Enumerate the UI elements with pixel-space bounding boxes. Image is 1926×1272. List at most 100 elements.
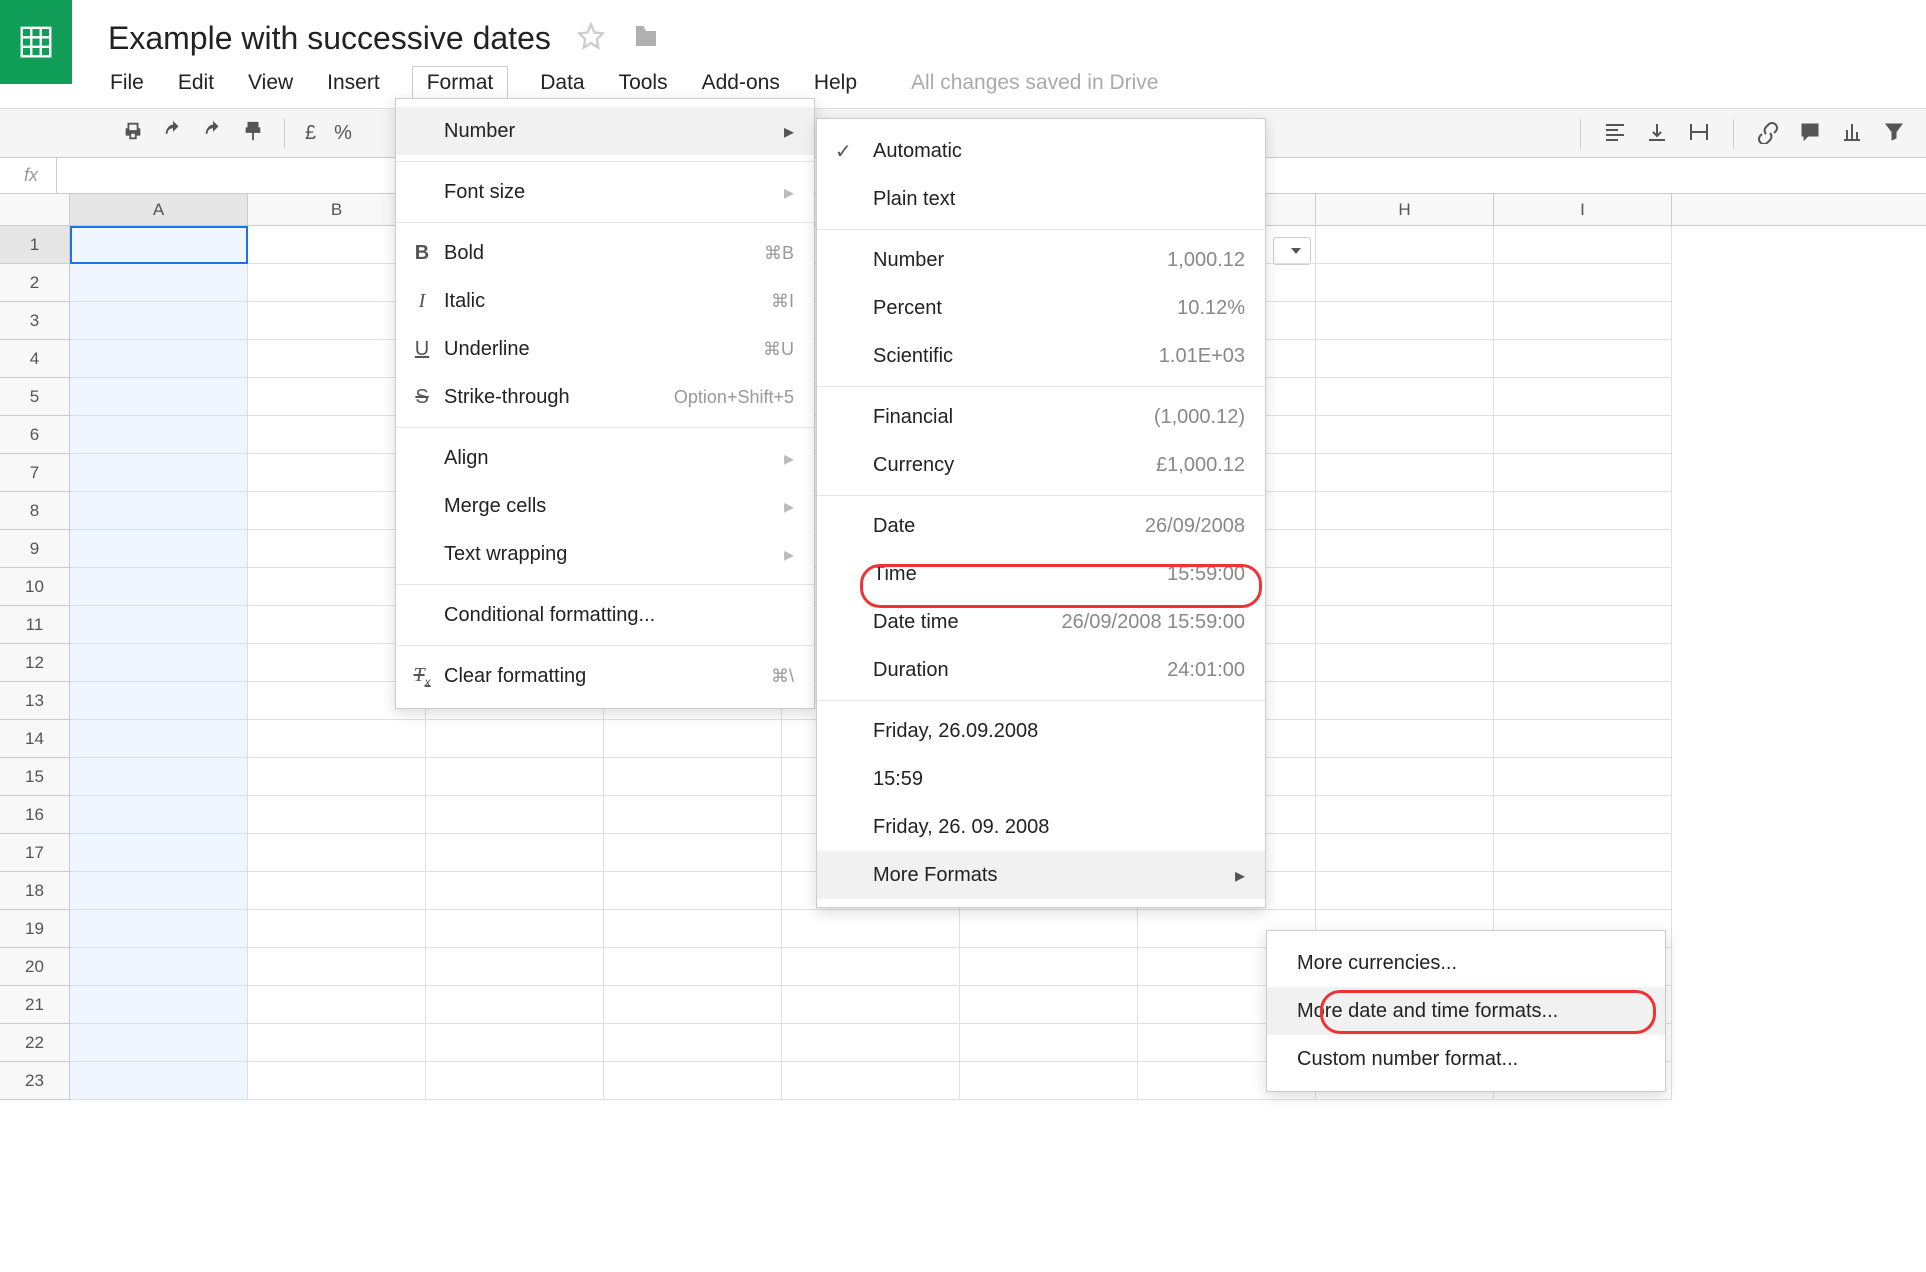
menu-file[interactable]: File [108, 67, 146, 99]
cell[interactable] [1316, 872, 1494, 910]
row-header[interactable]: 15 [0, 758, 70, 796]
cell[interactable] [1494, 226, 1672, 264]
cell[interactable] [1494, 568, 1672, 606]
number-number[interactable]: Number1,000.12 [817, 236, 1265, 284]
cell[interactable] [1316, 758, 1494, 796]
star-icon[interactable] [577, 22, 605, 55]
cell[interactable] [1316, 530, 1494, 568]
cell[interactable] [426, 986, 604, 1024]
column-header-H[interactable]: H [1316, 194, 1494, 225]
cell[interactable] [604, 796, 782, 834]
cell[interactable] [604, 1024, 782, 1062]
column-header-A[interactable]: A [70, 194, 248, 225]
cell[interactable] [70, 492, 248, 530]
cell[interactable] [426, 1062, 604, 1100]
cell[interactable] [1316, 302, 1494, 340]
cell[interactable] [248, 834, 426, 872]
cell[interactable] [1316, 834, 1494, 872]
cell[interactable] [248, 796, 426, 834]
format-italic[interactable]: IItalic⌘I [396, 277, 814, 325]
cell[interactable] [70, 1024, 248, 1062]
cell[interactable] [960, 948, 1138, 986]
valign-icon[interactable] [1645, 120, 1669, 149]
chart-icon[interactable] [1840, 120, 1864, 149]
menu-tools[interactable]: Tools [617, 67, 670, 99]
cell[interactable] [604, 986, 782, 1024]
menu-edit[interactable]: Edit [176, 67, 216, 99]
cell[interactable] [1494, 872, 1672, 910]
cell[interactable] [70, 568, 248, 606]
row-header[interactable]: 14 [0, 720, 70, 758]
row-header[interactable]: 12 [0, 644, 70, 682]
cell[interactable] [604, 1062, 782, 1100]
cell[interactable] [1316, 606, 1494, 644]
menu-addons[interactable]: Add-ons [700, 67, 782, 99]
cell[interactable] [1316, 378, 1494, 416]
column-header-I[interactable]: I [1494, 194, 1672, 225]
cell[interactable] [70, 644, 248, 682]
cell[interactable] [1316, 644, 1494, 682]
cell[interactable] [782, 910, 960, 948]
cell[interactable] [604, 910, 782, 948]
row-header[interactable]: 1 [0, 226, 70, 264]
cell[interactable] [604, 834, 782, 872]
paint-format-icon[interactable] [242, 120, 264, 147]
cell[interactable] [70, 416, 248, 454]
row-header[interactable]: 21 [0, 986, 70, 1024]
cell[interactable] [70, 264, 248, 302]
cell[interactable] [1494, 492, 1672, 530]
undo-icon[interactable] [162, 120, 184, 147]
number-custom1[interactable]: Friday, 26.09.2008 [817, 707, 1265, 755]
row-header[interactable]: 10 [0, 568, 70, 606]
print-icon[interactable] [122, 120, 144, 147]
row-header[interactable]: 20 [0, 948, 70, 986]
number-financial[interactable]: Financial(1,000.12) [817, 393, 1265, 441]
menu-view[interactable]: View [246, 67, 295, 99]
cell[interactable] [1494, 682, 1672, 720]
cell[interactable] [1494, 302, 1672, 340]
format-number[interactable]: Number▸ [396, 107, 814, 155]
cell[interactable] [70, 454, 248, 492]
cell[interactable] [1316, 682, 1494, 720]
cell[interactable] [248, 1062, 426, 1100]
more-currencies[interactable]: More currencies... [1267, 939, 1665, 987]
cell[interactable] [604, 948, 782, 986]
number-custom3[interactable]: Friday, 26. 09. 2008 [817, 803, 1265, 851]
cell[interactable] [426, 758, 604, 796]
cell[interactable] [1494, 796, 1672, 834]
cell[interactable] [426, 910, 604, 948]
cell[interactable] [248, 910, 426, 948]
cell[interactable] [70, 530, 248, 568]
row-header[interactable]: 8 [0, 492, 70, 530]
cell[interactable] [70, 910, 248, 948]
filter-icon[interactable] [1882, 120, 1906, 149]
redo-icon[interactable] [202, 120, 224, 147]
cell[interactable] [960, 910, 1138, 948]
number-automatic[interactable]: ✓Automatic [817, 127, 1265, 175]
number-date[interactable]: Date26/09/2008 [817, 502, 1265, 550]
cell[interactable] [70, 834, 248, 872]
currency-button[interactable]: £ [305, 122, 316, 145]
custom-number-format[interactable]: Custom number format... [1267, 1035, 1665, 1083]
cell[interactable] [248, 720, 426, 758]
row-header[interactable]: 16 [0, 796, 70, 834]
number-duration[interactable]: Duration24:01:00 [817, 646, 1265, 694]
cell[interactable] [248, 872, 426, 910]
percent-button[interactable]: % [334, 122, 352, 145]
sheets-logo[interactable] [0, 0, 72, 84]
format-bold[interactable]: BBold⌘B [396, 229, 814, 277]
cell[interactable] [426, 872, 604, 910]
format-align[interactable]: Align▸ [396, 434, 814, 482]
cell[interactable] [1316, 454, 1494, 492]
cell[interactable] [1494, 264, 1672, 302]
cell[interactable] [604, 872, 782, 910]
cell[interactable] [70, 796, 248, 834]
number-custom2[interactable]: 15:59 [817, 755, 1265, 803]
number-datetime[interactable]: Date time26/09/2008 15:59:00 [817, 598, 1265, 646]
cell[interactable] [248, 986, 426, 1024]
cell[interactable] [70, 682, 248, 720]
cell[interactable] [960, 1024, 1138, 1062]
cell[interactable] [1316, 568, 1494, 606]
menu-help[interactable]: Help [812, 67, 859, 99]
cell[interactable] [70, 872, 248, 910]
